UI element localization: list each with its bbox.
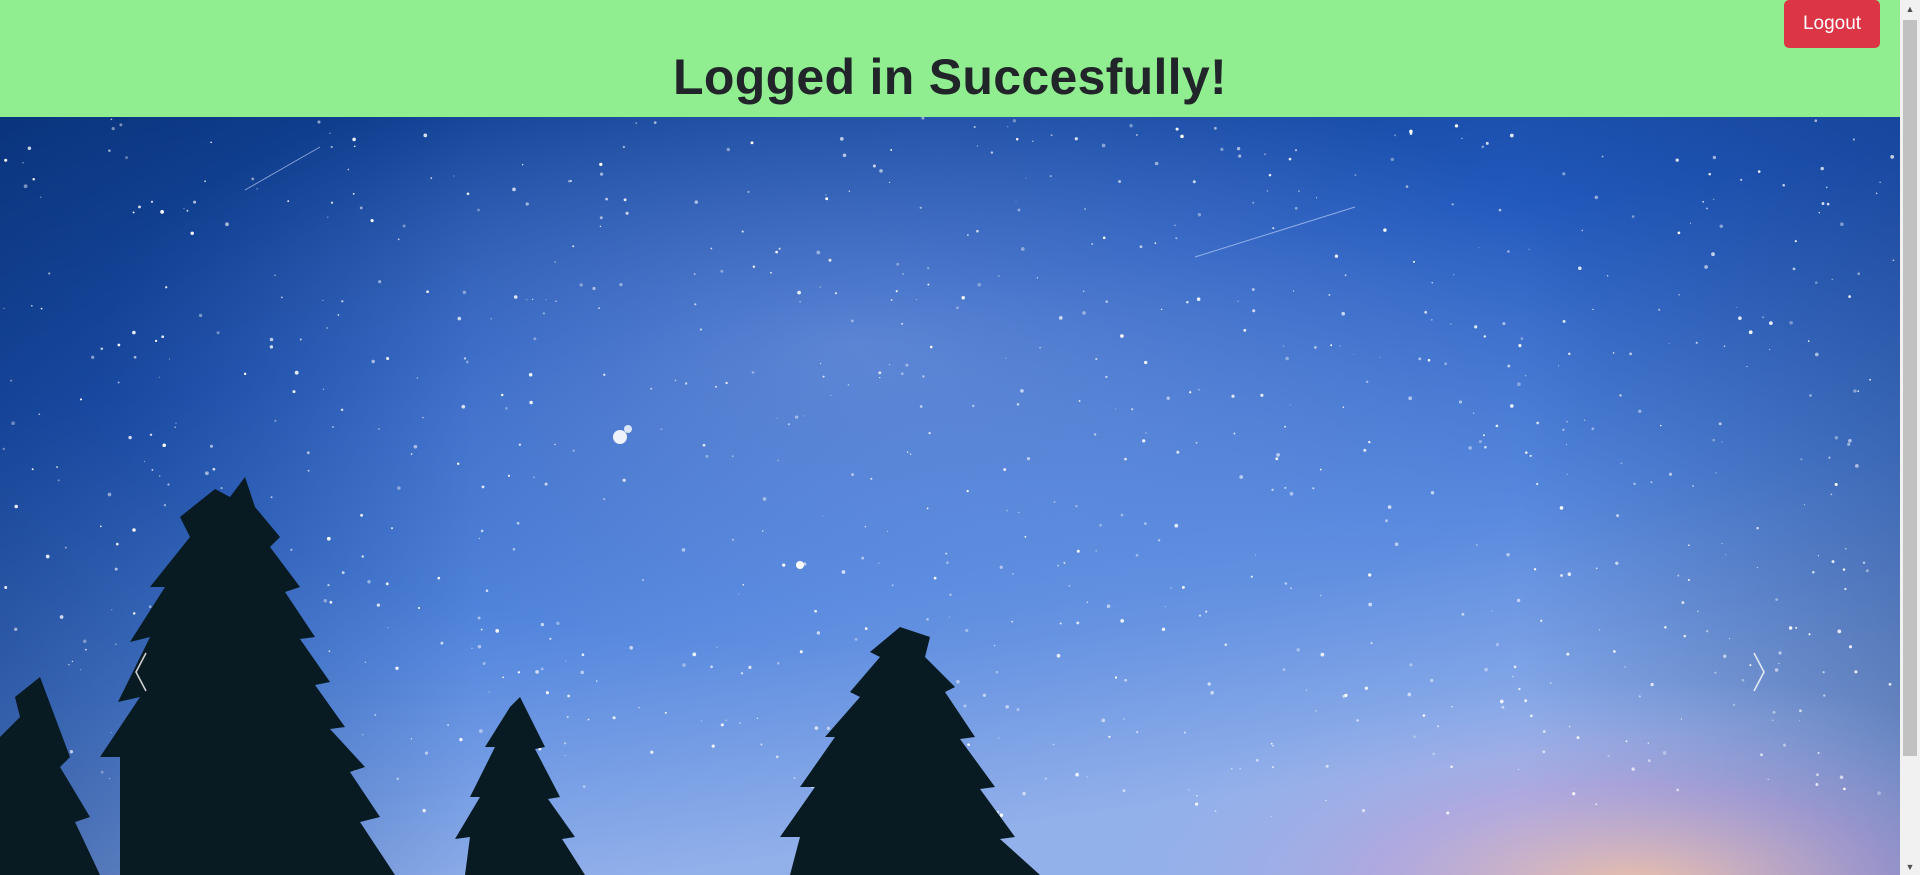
- header-bar: Logged in Succesfully! Logout: [0, 0, 1900, 117]
- chevron-right-icon: [1753, 652, 1765, 692]
- logout-button[interactable]: Logout: [1784, 0, 1880, 48]
- vertical-scrollbar[interactable]: ▲ ▼: [1900, 0, 1920, 875]
- carousel-next-control[interactable]: [1738, 637, 1778, 707]
- triangle-down-icon[interactable]: ▼: [1900, 858, 1920, 875]
- chevron-left-icon: [135, 652, 147, 692]
- scrollbar-thumb[interactable]: [1903, 20, 1917, 756]
- image-carousel: [0, 117, 1900, 875]
- page-title: Logged in Succesfully!: [673, 49, 1227, 105]
- carousel-slide-image: [0, 117, 1900, 875]
- carousel-prev-control[interactable]: [122, 637, 162, 707]
- triangle-up-icon[interactable]: ▲: [1900, 0, 1920, 17]
- page: Logged in Succesfully! Logout ▲ ▼: [0, 0, 1920, 875]
